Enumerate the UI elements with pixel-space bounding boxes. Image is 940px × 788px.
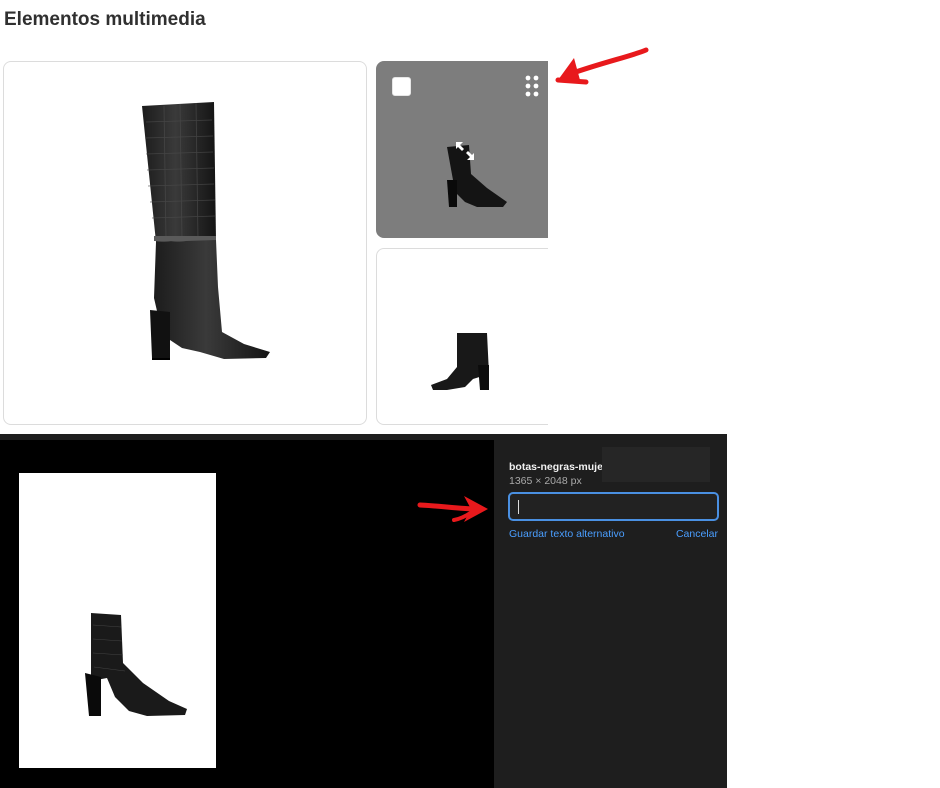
clip-mask — [548, 50, 578, 430]
cancel-link[interactable]: Cancelar — [676, 528, 718, 540]
attachment-details-panel: botas-negras-mujer 1365 × 2048 px Guarda… — [494, 440, 727, 788]
image-preview — [19, 473, 216, 768]
media-item-large[interactable] — [3, 61, 367, 425]
redacted-area — [602, 447, 710, 482]
text-cursor — [518, 500, 519, 514]
red-arrow-icon-2 — [417, 496, 488, 522]
ankle-boot-image-2 — [431, 333, 489, 390]
red-arrow-icon — [555, 47, 649, 85]
tall-boot-image — [142, 102, 270, 360]
alt-text-input[interactable] — [508, 492, 719, 521]
media-item-hovered[interactable] — [376, 61, 556, 238]
media-item-third[interactable] — [376, 248, 556, 425]
expand-icon[interactable] — [453, 139, 477, 163]
section-title: Elementos multimedia — [4, 9, 206, 30]
file-name: botas-negras-mujer — [509, 461, 608, 473]
save-alt-text-link[interactable]: Guardar texto alternativo — [509, 528, 625, 540]
preview-boot-image — [85, 613, 187, 716]
file-dimensions: 1365 × 2048 px — [509, 475, 582, 487]
